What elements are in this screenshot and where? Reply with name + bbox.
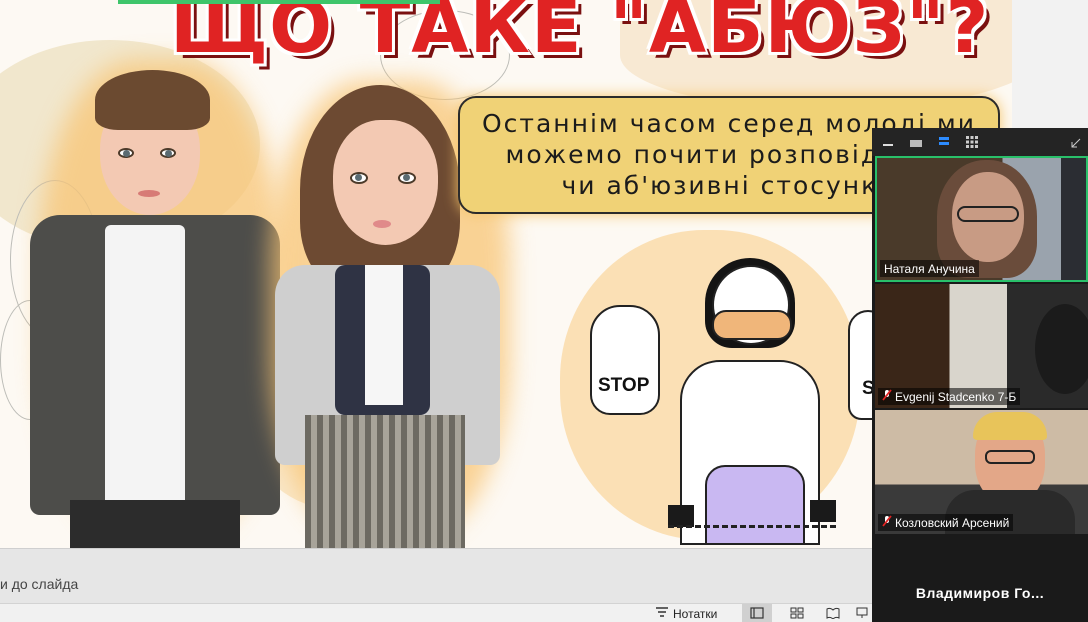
- gallery-view-icon: [966, 133, 978, 152]
- normal-view-icon: [750, 604, 764, 622]
- stop-label: STOP: [598, 375, 650, 396]
- participant-panel-toolbar: [872, 128, 1088, 156]
- slide-sorter-button[interactable]: [782, 604, 812, 622]
- slide-top-accent: [118, 0, 440, 4]
- normal-view-button[interactable]: [742, 604, 772, 622]
- reading-view-icon: [826, 604, 840, 622]
- participant-video: [1035, 304, 1088, 394]
- participant-name: Козловский Арсений: [895, 515, 1010, 530]
- window-background: [1012, 0, 1088, 128]
- speaker-view-icon: [909, 133, 923, 152]
- slide-sorter-icon: [790, 604, 804, 622]
- notes-icon: [655, 606, 669, 621]
- notes-button[interactable]: Нотатки: [655, 605, 717, 622]
- glasses-icon: [957, 206, 1019, 222]
- strip-view-icon: [938, 133, 950, 152]
- reading-view-button[interactable]: [818, 604, 848, 622]
- participant-name: Наталя Анучина: [884, 261, 975, 276]
- notes-placeholder[interactable]: и до слайда: [0, 576, 78, 592]
- exit-fullscreen-button[interactable]: [1066, 132, 1086, 152]
- participant-name-no-video[interactable]: Владимиров Го...: [872, 585, 1088, 601]
- minimize-button[interactable]: [878, 132, 898, 152]
- slideshow-button[interactable]: [852, 604, 872, 622]
- screen: ЩО ТАКЕ "АБЮЗ"? Останнім часом серед мол…: [0, 0, 1088, 622]
- participant-name-tag: Evgenij Stadcenko 7-Б: [878, 388, 1021, 405]
- speaker-view-button[interactable]: [906, 132, 926, 152]
- exit-fullscreen-icon: [1071, 133, 1081, 152]
- participant-video-tile[interactable]: Козловский Арсений: [875, 410, 1088, 534]
- participant-video-tile[interactable]: Evgenij Stadcenko 7-Б: [875, 284, 1088, 408]
- presentation-slide: ЩО ТАКЕ "АБЮЗ"? Останнім часом серед мол…: [0, 0, 1012, 548]
- participant-video-tile[interactable]: Наталя Анучина: [875, 156, 1088, 282]
- strip-view-button[interactable]: [934, 132, 954, 152]
- participant-name-tag: Козловский Арсений: [878, 514, 1014, 531]
- minimize-icon: [882, 133, 894, 152]
- muted-mic-icon: [882, 389, 892, 404]
- glasses-icon: [985, 450, 1035, 464]
- muted-mic-icon: [882, 515, 892, 530]
- chain-icon: [668, 508, 836, 528]
- participant-name: Evgenij Stadcenko 7-Б: [895, 389, 1017, 404]
- notes-button-label: Нотатки: [673, 606, 718, 621]
- stop-hand-icon: [590, 305, 660, 415]
- participant-hair: [973, 412, 1047, 440]
- participant-name-tag: Наталя Анучина: [880, 260, 979, 277]
- slideshow-icon: [856, 604, 868, 622]
- covering-hand: [712, 310, 792, 340]
- slide-title: ЩО ТАКЕ "АБЮЗ"?: [170, 0, 990, 70]
- gallery-view-button[interactable]: [962, 132, 982, 152]
